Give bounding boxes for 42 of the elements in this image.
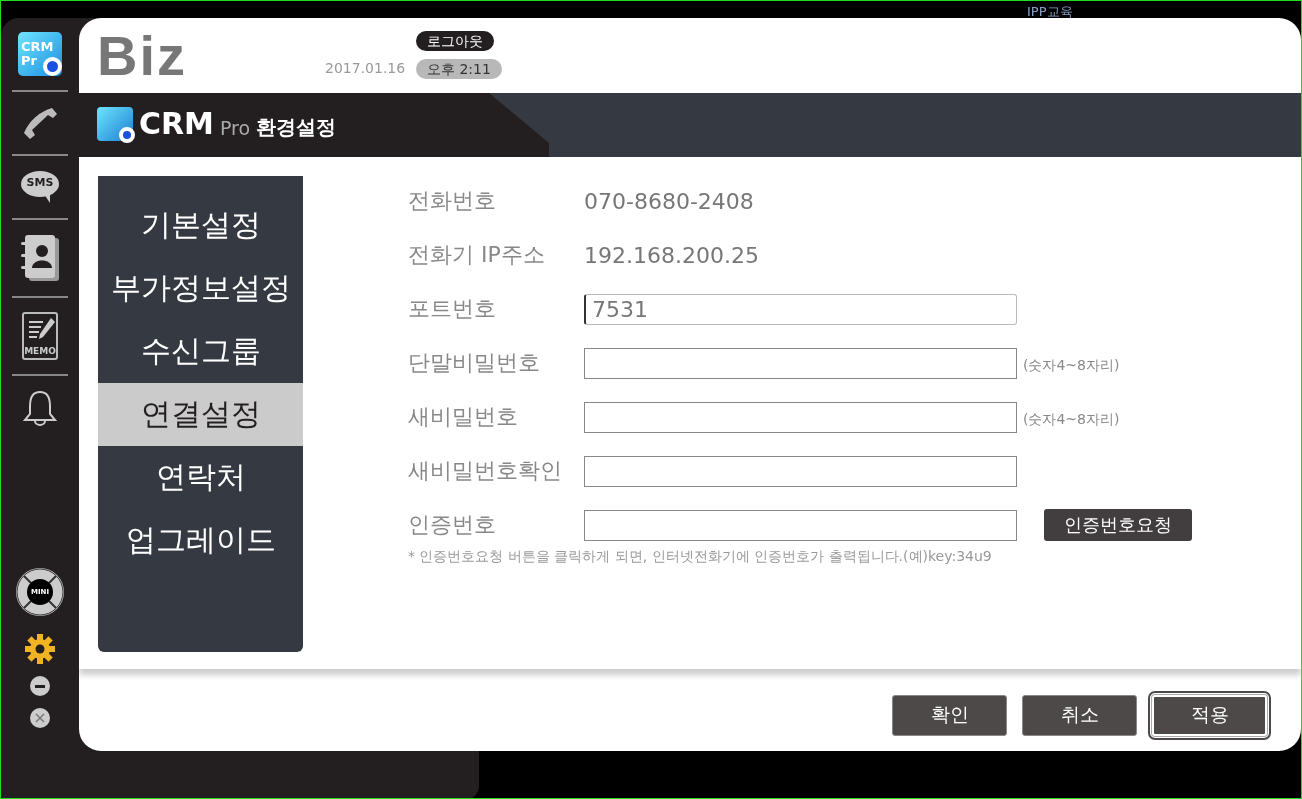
field-note: (숫자4~8자리)	[1023, 357, 1120, 375]
dialog-button[interactable]: 취소	[1022, 694, 1137, 736]
field-value: 192.168.200.25	[584, 242, 759, 268]
menu-item[interactable]: 부가정보설정	[98, 257, 303, 320]
field-value: 070-8680-2408	[584, 188, 754, 214]
menu-item[interactable]: 기본설정	[98, 194, 303, 257]
field-label: 새비밀번호확인	[408, 457, 563, 485]
minimize-icon[interactable]	[30, 676, 50, 696]
hint-text: * 인증번호요청 버튼을 클릭하게 되면, 인터넷전화기에 인증번호가 출력됩니다.(예)key:34u9	[408, 548, 993, 566]
menu-item[interactable]: 업그레이드	[98, 509, 303, 572]
field-label: 단말비밀번호	[408, 349, 541, 377]
time-badge: 오후 2:11	[416, 59, 502, 79]
memo-pad-icon[interactable]: MEMO	[22, 312, 58, 360]
menu-item[interactable]: 연락처	[98, 446, 303, 509]
bell-icon[interactable]	[23, 390, 57, 426]
logout-button[interactable]: 로그아웃	[416, 31, 494, 51]
field-label: 전화기 IP주소	[408, 241, 546, 269]
field-label: 새비밀번호	[408, 403, 519, 431]
input-field[interactable]	[584, 455, 1017, 487]
field-note: (숫자4~8자리)	[1023, 411, 1120, 429]
menu-item[interactable]: 수신그룹	[98, 320, 303, 383]
field-label: 인증번호	[408, 511, 497, 539]
phone-icon[interactable]	[22, 106, 58, 140]
input-field[interactable]	[584, 509, 1017, 541]
edition-label: Pro	[220, 116, 251, 141]
input-field[interactable]	[584, 347, 1017, 379]
desktop-label: IPP교육	[1027, 3, 1073, 21]
close-icon[interactable]	[30, 708, 50, 728]
contacts-book-icon[interactable]	[19, 234, 61, 282]
field-label: 전화번호	[408, 187, 497, 215]
window-title: 환경설정	[256, 114, 337, 141]
product-name: CRM	[139, 107, 214, 141]
menu-item[interactable]: 연결설정	[98, 383, 303, 446]
crm-logo-icon	[97, 107, 133, 141]
dialog-button[interactable]: 확인	[892, 694, 1007, 736]
date-label: 2017.01.16	[325, 60, 406, 76]
input-field[interactable]	[584, 401, 1017, 433]
settings-icon[interactable]	[25, 634, 55, 664]
brand-logo: Biz	[97, 26, 187, 86]
field-label: 포트번호	[408, 295, 497, 323]
request-code-button[interactable]: 인증번호요청	[1044, 509, 1192, 541]
input-field[interactable]: 7531	[584, 293, 1017, 325]
